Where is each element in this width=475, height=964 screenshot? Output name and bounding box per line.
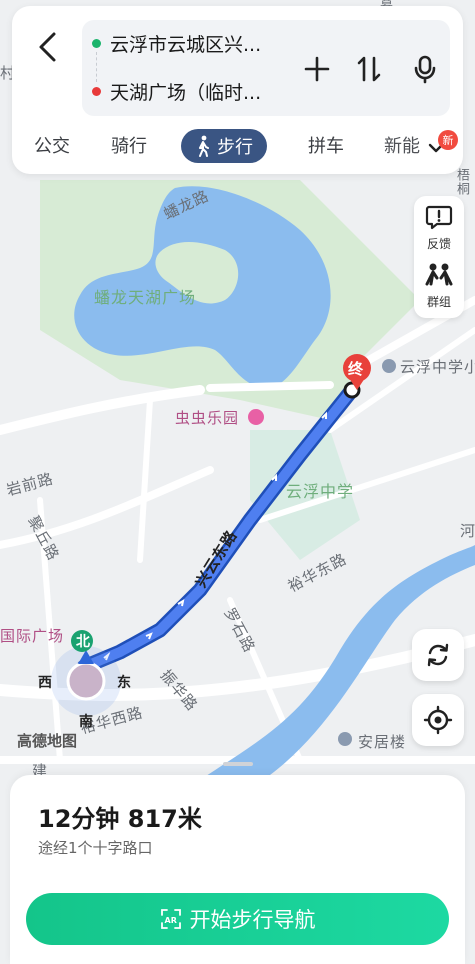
eta-distance: 12分钟 817米 xyxy=(38,805,202,833)
swap-route-button[interactable] xyxy=(352,52,386,86)
group-icon xyxy=(425,263,453,286)
sheet-drag-handle[interactable] xyxy=(223,762,253,766)
map-label: 国际广场 xyxy=(0,627,65,645)
compass-west: 西 xyxy=(38,675,53,691)
tab-bus[interactable]: 公交 xyxy=(34,132,70,158)
route-connector xyxy=(96,52,97,82)
add-waypoint-button[interactable] xyxy=(300,52,334,86)
voice-button[interactable] xyxy=(408,52,442,86)
destination-dot xyxy=(92,87,101,96)
walking-icon xyxy=(199,135,209,157)
tab-walk-label: 步行 xyxy=(217,137,253,158)
feedback-button[interactable]: 反馈 xyxy=(414,204,464,252)
locate-me-button[interactable] xyxy=(412,694,464,746)
origin-input[interactable]: 云浮市云城区兴... xyxy=(110,30,261,57)
group-button[interactable]: 群组 xyxy=(414,262,464,310)
group-label: 群组 xyxy=(426,295,451,309)
route-summary-sheet: 12分钟 817米 途经1个十字路口 AR 开始步行导航 xyxy=(10,775,465,964)
feedback-icon xyxy=(425,205,453,230)
origin-dot xyxy=(92,39,101,48)
compass-north: 北 xyxy=(76,634,91,650)
route-header-card: 云浮市云城区兴... 天湖广场（临时... 公交 骑行 步行 拼车 新能 新 xyxy=(12,6,463,174)
amap-logo: 高德地图 xyxy=(17,732,78,750)
compass-east: 东 xyxy=(117,675,132,691)
current-location xyxy=(66,661,106,701)
tab-new-energy[interactable]: 新能 xyxy=(384,132,424,158)
route-input-box: 云浮市云城区兴... 天湖广场（临时... xyxy=(82,20,450,116)
map-label: 梧桐 xyxy=(454,168,469,196)
start-walk-navigation-label: 开始步行导航 xyxy=(189,908,316,932)
tab-bike[interactable]: 骑行 xyxy=(111,132,147,158)
ar-scan-icon: AR xyxy=(160,909,181,929)
route-via-info: 途经1个十字路口 xyxy=(38,839,153,857)
new-badge: 新 xyxy=(438,130,458,150)
feedback-label: 反馈 xyxy=(426,237,451,251)
end-marker-label: 终 xyxy=(348,360,365,378)
travel-mode-tabs: 公交 骑行 步行 拼车 新能 新 xyxy=(12,124,463,168)
side-tool-panel: 反馈 群组 xyxy=(414,196,464,318)
destination-input[interactable]: 天湖广场（临时... xyxy=(110,78,261,105)
swap-icon xyxy=(357,56,381,82)
back-arrow-icon xyxy=(39,32,56,62)
map-label: 河 xyxy=(460,522,475,540)
map-label: 云浮中学小 xyxy=(400,358,475,376)
map-label: 蟠龙天湖广场 xyxy=(94,288,197,307)
tab-carpool[interactable]: 拼车 xyxy=(308,132,344,158)
crosshair-icon xyxy=(423,705,453,735)
svg-text:AR: AR xyxy=(164,916,176,925)
refresh-route-button[interactable] xyxy=(412,629,464,681)
back-button[interactable] xyxy=(30,26,66,66)
start-walk-navigation-button[interactable]: AR 开始步行导航 xyxy=(26,893,449,945)
plus-icon xyxy=(304,56,330,82)
compass-south: 南 xyxy=(79,714,94,730)
microphone-icon xyxy=(414,55,436,84)
map-label: 云浮中学 xyxy=(286,482,355,501)
tab-walk[interactable]: 步行 xyxy=(181,129,267,163)
map-label: 虫虫乐园 xyxy=(175,409,240,427)
map-label: 安居楼 xyxy=(358,733,407,751)
refresh-icon xyxy=(427,643,449,667)
